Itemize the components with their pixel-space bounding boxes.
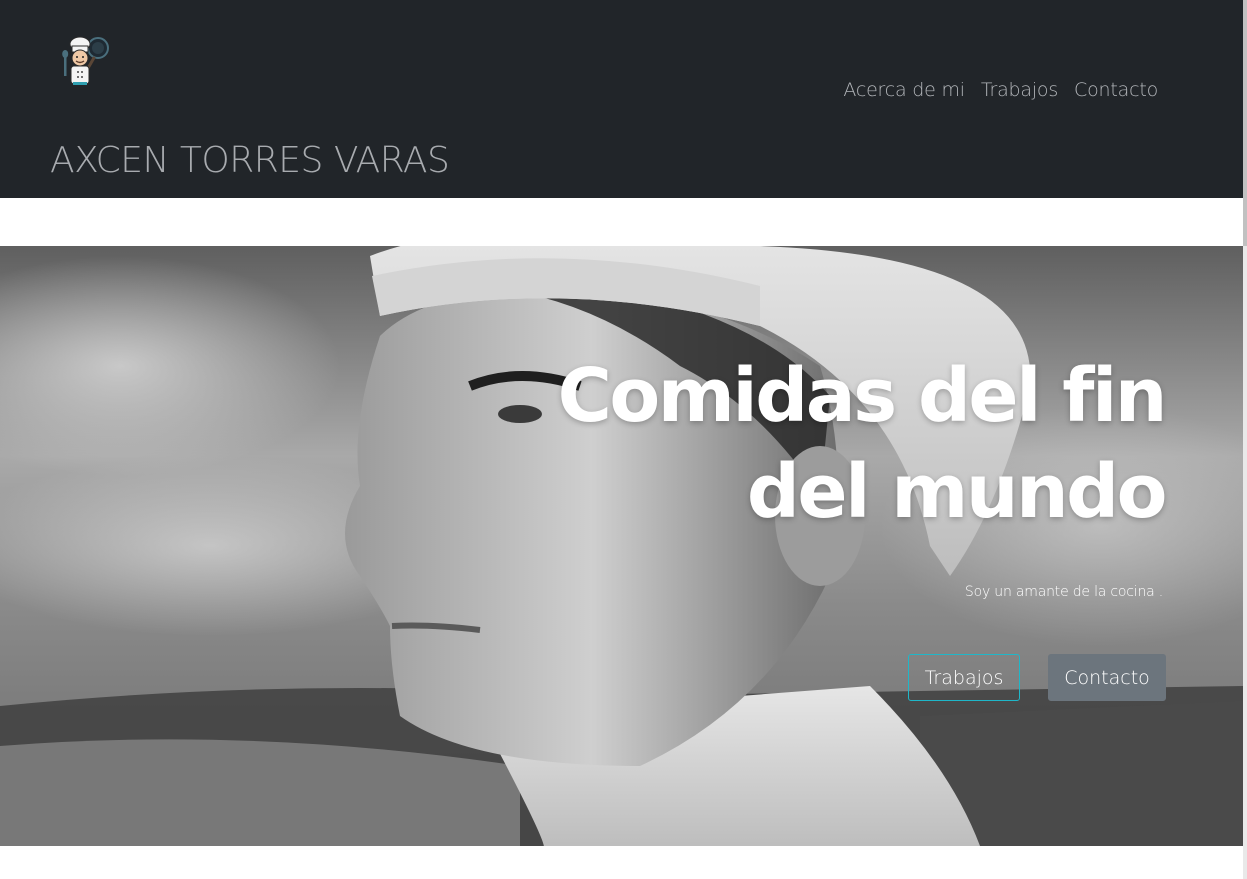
chef-logo-icon[interactable] — [56, 32, 112, 90]
hero-title-line1: Comidas del fin — [557, 353, 1168, 439]
nav-link-contact[interactable]: Contacto — [1074, 76, 1158, 104]
chef-portrait-image — [0, 246, 1243, 846]
page-scrollbar[interactable] — [1243, 0, 1247, 879]
main-nav: Acerca de mi Trabajos Contacto — [843, 76, 1158, 104]
site-header: Acerca de mi Trabajos Contacto AXCEN TOR… — [0, 0, 1247, 198]
works-button[interactable]: Trabajos — [908, 654, 1020, 701]
hero-section: Comidas del fin del mundo Soy un amante … — [0, 246, 1243, 846]
scrollbar-thumb[interactable] — [1243, 0, 1247, 246]
hero-title: Comidas del fin del mundo — [525, 348, 1168, 540]
nav-link-about[interactable]: Acerca de mi — [843, 76, 965, 104]
nav-link-works[interactable]: Trabajos — [981, 76, 1058, 104]
hero-title-line2: del mundo — [746, 449, 1168, 535]
brand-name: AXCEN TORRES VARAS — [50, 140, 450, 181]
contact-button[interactable]: Contacto — [1048, 654, 1166, 701]
hero-subtitle: Soy un amante de la cocina . — [964, 584, 1163, 600]
